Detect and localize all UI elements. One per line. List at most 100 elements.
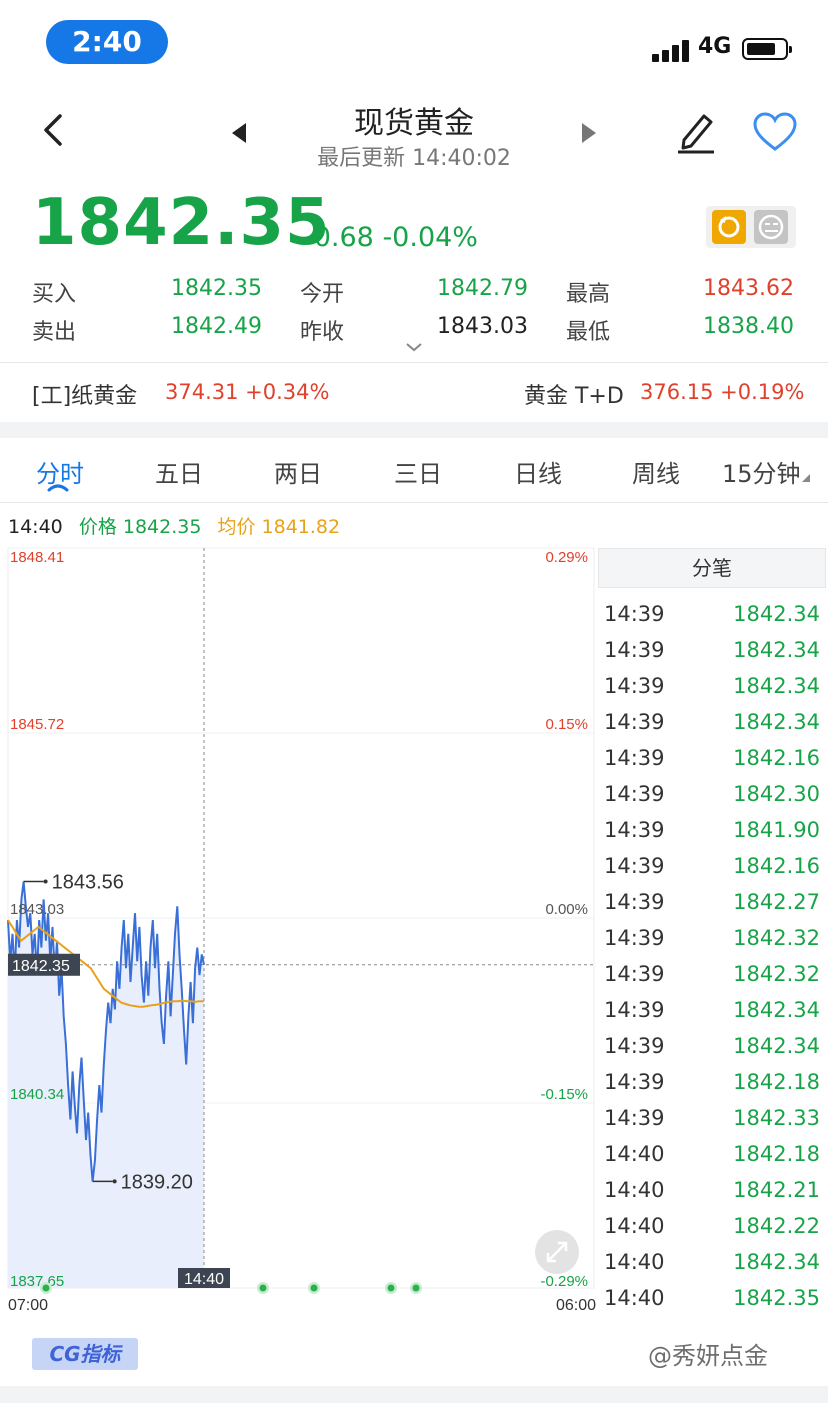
tick-price: 1842.34 [733, 674, 820, 698]
ticks-header[interactable]: 分笔 [598, 548, 826, 588]
tick-price: 1842.18 [733, 1142, 820, 1166]
tick-time: 14:39 [604, 638, 665, 662]
sell-value: 1842.49 [171, 314, 262, 339]
x-tick: 06:00 [556, 1297, 596, 1314]
y-tick-right: -0.15% [540, 1086, 588, 1103]
tick-time: 14:39 [604, 962, 665, 986]
buy-label: 买入 [32, 282, 77, 307]
tick-time: 14:39 [604, 1106, 665, 1130]
y-tick-left: 1837.65 [10, 1273, 64, 1290]
related-value-paper-gold[interactable]: 374.31 +0.34% [165, 380, 329, 404]
tick-price: 1842.27 [733, 890, 820, 914]
tick-time: 14:39 [604, 1070, 665, 1094]
tick-row: 14:40 1842.22 [604, 1210, 820, 1246]
tick-time: 14:39 [604, 854, 665, 878]
tab-two-day[interactable]: 两日 [274, 454, 322, 489]
tab-daily[interactable]: 日线 [514, 454, 562, 489]
open-value: 1842.79 [437, 276, 528, 301]
status-time[interactable]: 2:40 [46, 20, 168, 64]
tick-time: 14:39 [604, 674, 665, 698]
divider [0, 362, 828, 363]
divider [0, 502, 828, 503]
ticks-list: 14:39 1842.34 14:39 1842.34 14:39 1842.34 14:3… [604, 598, 820, 1318]
y-tick-left: 1845.72 [10, 716, 64, 733]
legend-time: 14:40 [8, 516, 63, 538]
prev-symbol-icon[interactable] [226, 120, 252, 146]
expand-chevron-icon[interactable] [404, 340, 424, 354]
section-gap [0, 422, 828, 438]
tick-row: 14:40 1842.21 [604, 1174, 820, 1210]
tick-price: 1842.34 [733, 998, 820, 1022]
tick-row: 14:39 1842.16 [604, 742, 820, 778]
tick-row: 14:40 1842.35 [604, 1282, 820, 1318]
tick-price: 1842.22 [733, 1214, 820, 1238]
tick-price: 1841.90 [733, 818, 820, 842]
tick-row: 14:39 1842.32 [604, 922, 820, 958]
y-tick-right: -0.29% [540, 1273, 588, 1290]
tick-time: 14:40 [604, 1250, 665, 1274]
related-quotes: [工]纸黄金 374.31 +0.34% 黄金 T+D 376.15 +0.19… [0, 364, 828, 422]
event-dot [259, 1284, 267, 1292]
related-value-gold-td[interactable]: 376.15 +0.19% [640, 380, 804, 404]
low-label: 最低 [566, 320, 611, 345]
x-tick: 07:00 [8, 1297, 48, 1314]
tick-row: 14:39 1842.34 [604, 1030, 820, 1066]
tick-time: 14:39 [604, 1034, 665, 1058]
current-time-label: 14:40 [184, 1271, 224, 1288]
tick-row: 14:40 1842.34 [604, 1246, 820, 1282]
min-label: 1839.20 [121, 1171, 193, 1193]
tab-five-day[interactable]: 五日 [155, 454, 203, 489]
tab-weekly[interactable]: 周线 [632, 454, 680, 489]
tick-time: 14:39 [604, 998, 665, 1022]
refresh-icon[interactable] [712, 210, 746, 244]
related-name-gold-td[interactable]: 黄金 T+D [524, 378, 624, 410]
y-tick-left: 1843.03 [10, 901, 64, 918]
tick-time: 14:39 [604, 926, 665, 950]
event-dot [42, 1284, 50, 1292]
tick-price: 1842.16 [733, 854, 820, 878]
network-type: 4G [698, 34, 732, 59]
tick-price: 1842.30 [733, 782, 820, 806]
calculator-icon[interactable] [754, 210, 788, 244]
tick-time: 14:39 [604, 890, 665, 914]
tick-row: 14:39 1842.16 [604, 850, 820, 886]
tick-time: 14:39 [604, 710, 665, 734]
event-dot [310, 1284, 318, 1292]
tick-price: 1842.34 [733, 710, 820, 734]
tick-time: 14:39 [604, 818, 665, 842]
battery-icon [742, 38, 792, 60]
next-symbol-icon[interactable] [576, 120, 602, 146]
legend-price: 价格 1842.35 [78, 516, 202, 538]
tick-row: 14:39 1842.34 [604, 670, 820, 706]
more-dropdown-icon[interactable] [802, 474, 810, 482]
intraday-chart[interactable]: 1848.41 1845.72 1843.03 1840.34 1837.65 0.29%… [0, 544, 600, 1324]
back-arrow-icon[interactable] [34, 110, 74, 150]
tick-price: 1842.18 [733, 1070, 820, 1094]
low-value: 1838.40 [703, 314, 794, 339]
buy-value: 1842.35 [171, 276, 262, 301]
current-price-label: 1842.35 [12, 958, 70, 975]
chart-legend: 14:40 价格 1842.35 均价 1841.82 [8, 512, 350, 539]
tool-icons [706, 206, 796, 248]
tick-time: 14:40 [604, 1286, 665, 1310]
tick-time: 14:39 [604, 746, 665, 770]
bottom-band [0, 1386, 828, 1403]
tab-three-day[interactable]: 三日 [394, 454, 442, 489]
max-marker-dot [43, 879, 48, 884]
tick-row: 14:39 1841.90 [604, 814, 820, 850]
tab-15min[interactable]: 15分钟 [722, 454, 801, 489]
tick-time: 14:39 [604, 782, 665, 806]
prevclose-label: 昨收 [300, 320, 345, 345]
related-name-paper-gold[interactable]: [工]纸黄金 [32, 378, 137, 410]
y-tick-left: 1848.41 [10, 549, 64, 566]
tick-price: 1842.16 [733, 746, 820, 770]
favorite-heart-icon[interactable] [752, 112, 798, 152]
tick-row: 14:40 1842.18 [604, 1138, 820, 1174]
tick-price: 1842.33 [733, 1106, 820, 1130]
legend-avg: 均价 1841.82 [217, 516, 341, 538]
cg-indicator-button[interactable]: CG指标 [32, 1338, 138, 1370]
edit-icon[interactable] [674, 108, 718, 154]
event-dot [387, 1284, 395, 1292]
tick-row: 14:39 1842.34 [604, 706, 820, 742]
tick-row: 14:39 1842.30 [604, 778, 820, 814]
